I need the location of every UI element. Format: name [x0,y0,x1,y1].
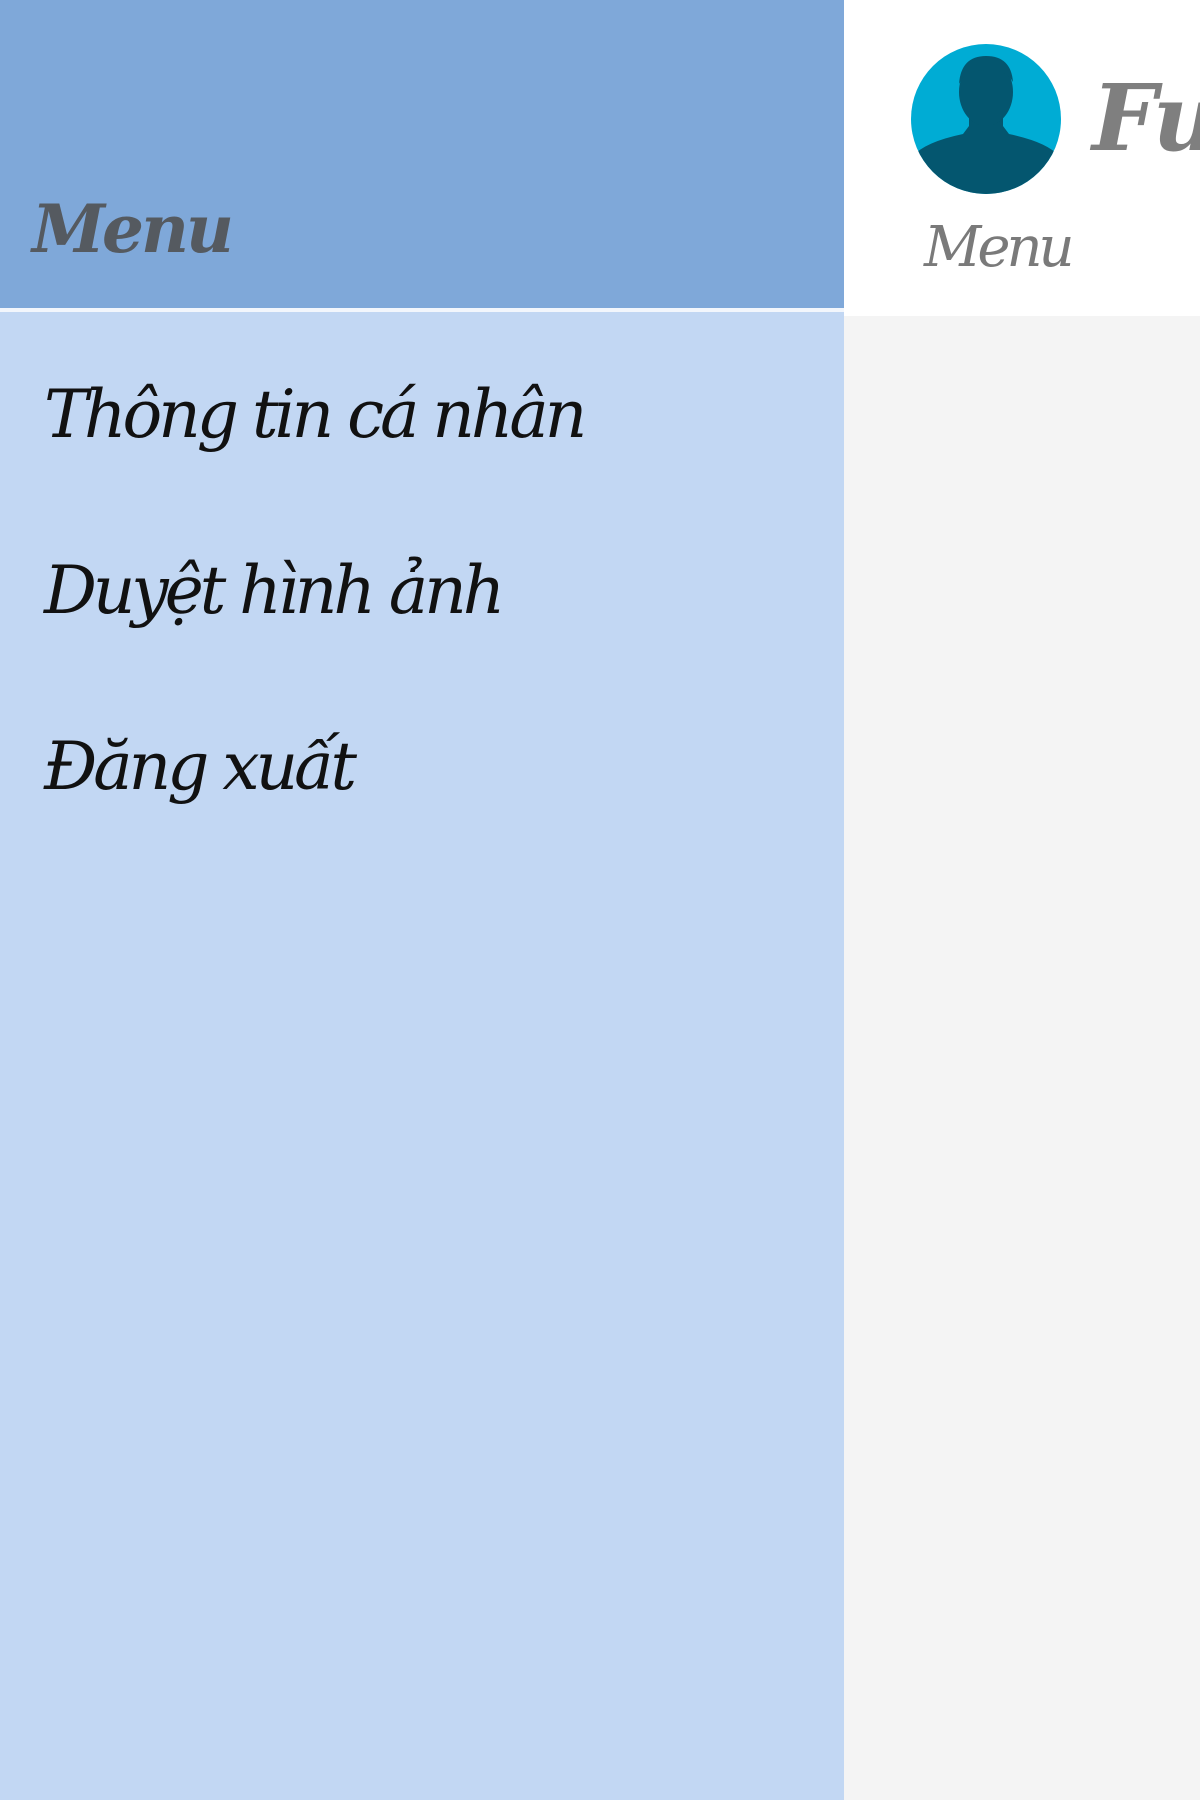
navigation-drawer: Menu Thông tin cá nhân Duyệt hình ảnh Đă… [0,0,844,1800]
header-menu-label[interactable]: Menu [924,220,1075,276]
drawer-header: Menu [0,0,844,308]
menu-item-logout[interactable]: Đăng xuất [0,664,844,814]
menu-item-label: Duyệt hình ảnh [44,552,505,629]
menu-item-personal-info[interactable]: Thông tin cá nhân [0,312,844,462]
app-screen: Fu Menu Menu Thông tin cá nhân Duyệt hìn… [0,0,1200,1800]
user-silhouette-icon [913,56,1059,194]
user-name: Fu [1092,64,1200,172]
user-avatar[interactable] [911,44,1061,194]
drawer-title: Menu [32,190,234,268]
app-header: Fu Menu [844,0,1200,316]
menu-item-label: Thông tin cá nhân [44,376,587,453]
menu-item-browse-images[interactable]: Duyệt hình ảnh [0,488,844,638]
content-area [844,316,1200,1800]
menu-item-label: Đăng xuất [44,728,357,805]
